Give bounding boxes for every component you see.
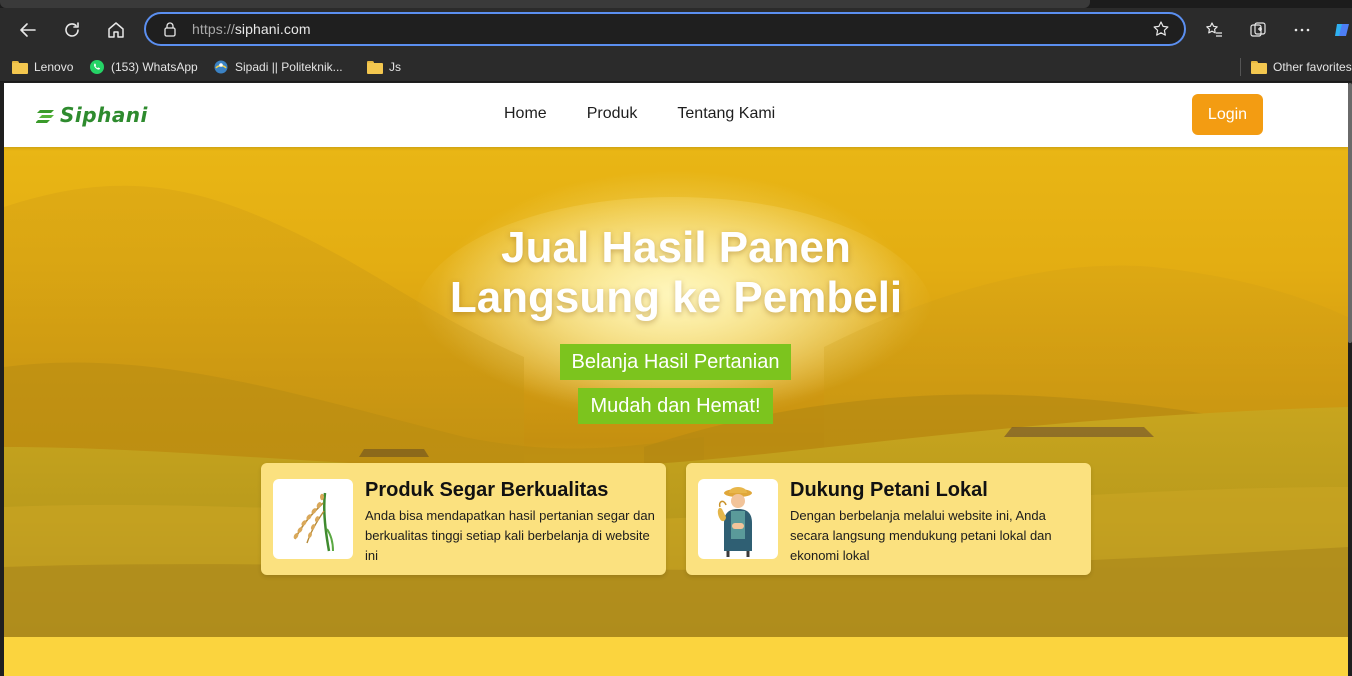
bookmark-label: (153) WhatsApp xyxy=(111,60,198,74)
feature-card-produk-segar: Produk Segar Berkualitas Anda bisa menda… xyxy=(261,463,666,575)
farmer-icon xyxy=(717,487,752,557)
more-menu-button[interactable] xyxy=(1288,16,1316,44)
folder-icon xyxy=(12,60,28,74)
logo-mark-icon xyxy=(36,110,54,123)
hero-tagline-1: Belanja Hasil Pertanian xyxy=(560,344,791,380)
browser-toolbar: https://siphani.com xyxy=(0,8,1352,52)
hero-tagline-2: Mudah dan Hemat! xyxy=(578,388,773,424)
site-header: Siphani Home Produk Tentang Kami Login xyxy=(4,83,1348,147)
copilot-button[interactable] xyxy=(1328,16,1352,44)
home-button[interactable] xyxy=(102,16,130,44)
favorites-button[interactable] xyxy=(1200,16,1228,44)
main-nav: Home Produk Tentang Kami xyxy=(504,105,775,123)
feature-image xyxy=(698,479,778,559)
scrollbar-thumb[interactable] xyxy=(1348,83,1352,343)
bookmark-label: Other favorites xyxy=(1273,60,1352,74)
collections-icon xyxy=(1250,22,1266,37)
whatsapp-icon xyxy=(90,60,104,74)
bookmark-label: Js xyxy=(389,60,401,74)
tab-strip-tabs[interactable] xyxy=(0,0,1090,8)
refresh-button[interactable] xyxy=(58,16,86,44)
back-button[interactable] xyxy=(14,16,42,44)
bookmarks-bar: Lenovo (153) WhatsApp Sipadi || Politekn… xyxy=(0,52,1352,82)
site-icon xyxy=(214,60,228,74)
nav-tentang-kami[interactable]: Tentang Kami xyxy=(677,105,775,123)
feature-title: Produk Segar Berkualitas xyxy=(365,479,609,501)
bookmark-whatsapp[interactable]: (153) WhatsApp xyxy=(89,57,198,77)
feature-image xyxy=(273,479,353,559)
nav-home[interactable]: Home xyxy=(504,105,547,123)
hero-title-line2: Langsung ke Pembeli xyxy=(449,273,903,322)
url-protocol: https:// xyxy=(192,21,235,37)
address-bar[interactable]: https://siphani.com xyxy=(144,12,1186,46)
bookmark-label: Sipadi || Politeknik... xyxy=(235,60,343,74)
logo-text: Siphani xyxy=(60,103,148,127)
folder-icon xyxy=(1251,60,1267,74)
hero-section: Jual Hasil Panen Langsung ke Pembeli Bel… xyxy=(4,147,1348,637)
folder-icon xyxy=(367,60,383,74)
collections-button[interactable] xyxy=(1244,16,1272,44)
login-button[interactable]: Login xyxy=(1192,94,1263,135)
favorites-list-icon xyxy=(1206,22,1222,37)
bookmark-sipadi[interactable]: Sipadi || Politeknik... xyxy=(213,57,343,77)
tab-strip xyxy=(0,0,1352,8)
copilot-icon xyxy=(1335,24,1349,36)
bookmark-js[interactable]: Js xyxy=(367,57,401,77)
nav-produk[interactable]: Produk xyxy=(587,105,638,123)
lock-icon[interactable] xyxy=(162,21,178,37)
bookmark-other-favorites[interactable]: Other favorites xyxy=(1251,57,1352,77)
favorite-star-icon[interactable] xyxy=(1152,20,1170,38)
page-viewport[interactable]: Siphani Home Produk Tentang Kami Login J… xyxy=(4,83,1348,676)
site-logo[interactable]: Siphani xyxy=(36,103,148,127)
page-scrollbar[interactable] xyxy=(1348,83,1352,676)
url-host: siphani.com xyxy=(234,21,311,37)
rice-stalk-icon xyxy=(293,492,334,552)
feature-card-dukung-petani: Dukung Petani Lokal Dengan berbelanja me… xyxy=(686,463,1091,575)
home-icon xyxy=(108,22,124,38)
more-dots-icon xyxy=(1294,28,1310,32)
feature-description: Anda bisa mendapatkan hasil pertanian se… xyxy=(365,508,655,563)
feature-description: Dengan berbelanja melalui website ini, A… xyxy=(790,508,1052,563)
back-arrow-icon xyxy=(20,23,36,37)
hero-title: Jual Hasil Panen Langsung ke Pembeli xyxy=(4,223,1348,323)
bookmark-label: Lenovo xyxy=(34,60,74,74)
hero-title-line1: Jual Hasil Panen xyxy=(501,223,851,272)
refresh-icon xyxy=(65,22,79,37)
feature-title: Dukung Petani Lokal xyxy=(790,479,988,501)
bookmarks-divider xyxy=(1240,58,1241,76)
bookmark-lenovo[interactable]: Lenovo xyxy=(12,57,73,77)
url-text[interactable]: https://siphani.com xyxy=(192,21,311,37)
